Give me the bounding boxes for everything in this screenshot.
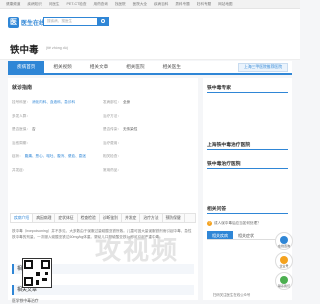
tab-doctors[interactable]: 相关医生 <box>154 61 190 73</box>
info-key: 是否医保： <box>12 127 30 132</box>
logo-text: 医生在线 <box>21 21 46 27</box>
site-logo[interactable]: 医 医生在线 <box>8 17 45 28</box>
main-tabs: 疾病首页 相关视频 相关文章 相关医院 相关医生 上海三甲医院推荐医院 <box>8 61 292 75</box>
subtab-complications[interactable]: 并发症 <box>122 214 141 222</box>
subtab-diagnosis[interactable]: 诊断鉴别 <box>100 214 122 222</box>
question-icon: ? <box>207 221 212 226</box>
info-key: 是否传染： <box>103 127 121 132</box>
info-key: 挂号科室： <box>12 100 30 105</box>
float-enterprise-button[interactable]: 企业号 <box>275 252 293 270</box>
section-title: 就诊指南 <box>12 85 33 91</box>
topnav-item[interactable]: 健康频道 <box>6 2 20 7</box>
info-grid: 挂号科室： 消化内科、血液科、急诊科 发病部位： 全身 多发人群： 治疗方法： 是否… <box>12 96 194 177</box>
topnav-item[interactable]: 医院大全 <box>133 2 147 7</box>
float-consult-button[interactable]: 在线咨询 <box>275 232 293 250</box>
topnav-item[interactable]: 妇科专题 <box>197 2 211 7</box>
page-title: 铁中毒 <box>10 45 39 56</box>
info-value: 全身 <box>122 100 131 105</box>
tab-related-symptoms[interactable]: 相关症状 <box>233 231 259 239</box>
topnav-item[interactable]: 用药查询 <box>94 2 108 7</box>
title-bar: 铁中毒 (tiě zhòng dú) <box>0 34 300 60</box>
search-button[interactable] <box>98 17 109 26</box>
topnav-item[interactable]: PET-CT检查 <box>67 2 87 7</box>
divider <box>207 213 288 214</box>
detail-subtabs: 疾病介绍 病因病理 症状体征 检查检验 诊断鉴别 并发症 治疗方法 预防保健 <box>10 213 196 223</box>
star-icon <box>280 256 288 264</box>
info-key: 常用药品： <box>103 167 121 172</box>
hospital-section-title: 上海铁中毒治疗医院 <box>207 143 251 148</box>
info-value[interactable]: 消化内科、血液科、急诊科 <box>32 100 75 105</box>
info-value: 无传染性 <box>122 127 138 132</box>
hospital-section-title-2: 铁中毒治疗医院 <box>207 162 241 167</box>
subtab-treatment[interactable]: 治疗方法 <box>140 214 163 222</box>
topnav-item[interactable]: 问医生 <box>49 2 60 7</box>
info-key: 治愈周期： <box>12 140 30 145</box>
qa-text: 成人误中毒后应当如何处理？ <box>214 221 261 225</box>
hospital-recommend-button[interactable]: 上海三甲医院推荐医院 <box>238 63 288 72</box>
topnav-item[interactable]: 疾病百科 <box>154 2 168 7</box>
subtab-symptoms[interactable]: 症状体征 <box>55 214 78 222</box>
phone-icon <box>280 276 288 284</box>
expert-section-title: 铁中毒专家 <box>207 86 231 91</box>
divider <box>207 92 288 93</box>
tab-articles[interactable]: 相关文章 <box>81 61 117 73</box>
chat-icon <box>280 236 288 244</box>
qa-section-title: 相关问答 <box>207 207 227 212</box>
info-key: 发病部位： <box>103 100 121 105</box>
qa-item[interactable]: ? 成人误中毒后应当如何处理？ <box>207 221 288 226</box>
subtab-cause[interactable]: 病因病理 <box>33 214 56 222</box>
logo-mark-icon: 医 <box>8 17 19 28</box>
qr-caption: 扫码关注医生在线公众号 <box>213 293 251 297</box>
tab-videos[interactable]: 相关视频 <box>44 61 80 73</box>
info-key: 相关检查： <box>103 154 121 159</box>
tab-hospitals[interactable]: 相关医院 <box>117 61 153 73</box>
float-contact-button[interactable]: 联系我们 <box>275 272 293 290</box>
info-value: 否 <box>31 127 36 132</box>
magnifier-icon <box>101 19 105 23</box>
search-input[interactable]: 搜疾病、搜医生 <box>43 17 98 26</box>
float-label: 企业号 <box>279 264 289 268</box>
info-key: 症状： <box>12 154 23 159</box>
tab-disease-home[interactable]: 疾病首页 <box>8 61 45 73</box>
topnav-item[interactable]: 疾病知识 <box>27 2 41 7</box>
info-key: 治疗费用： <box>103 140 121 145</box>
info-key: 多发人群： <box>12 113 30 118</box>
site-header: 医 医生在线 搜疾病、搜医生 <box>0 9 300 34</box>
topnav-item[interactable]: 网站地图 <box>218 2 232 7</box>
topnav-item[interactable]: 男科专题 <box>175 2 189 7</box>
top-nav: 健康频道 疾病知识 问医生 PET-CT检查 用药查询 找医院 医院大全 疾病百… <box>0 0 300 9</box>
float-label: 联系我们 <box>277 284 290 288</box>
info-key: 治疗方法： <box>103 113 121 118</box>
topnav-item[interactable]: 找医院 <box>115 2 126 7</box>
qr-code-icon <box>22 258 52 288</box>
watermark: 攻视频 <box>95 235 180 265</box>
float-label: 在线咨询 <box>277 244 290 248</box>
info-value[interactable]: 腹痛、恶心、呕吐、腹泻、便血、昏迷 <box>25 154 86 159</box>
divider <box>207 168 288 169</box>
subtab-exams[interactable]: 检查检验 <box>78 214 100 222</box>
subtab-prevention[interactable]: 预防保健 <box>163 214 185 222</box>
page-pinyin: (tiě zhòng dú) <box>46 46 68 50</box>
tab-related-diseases[interactable]: 相关疾病 <box>207 231 233 239</box>
info-key: 并发症： <box>12 167 27 172</box>
divider <box>207 149 288 150</box>
subtab-intro[interactable]: 疾病介绍 <box>11 214 34 222</box>
